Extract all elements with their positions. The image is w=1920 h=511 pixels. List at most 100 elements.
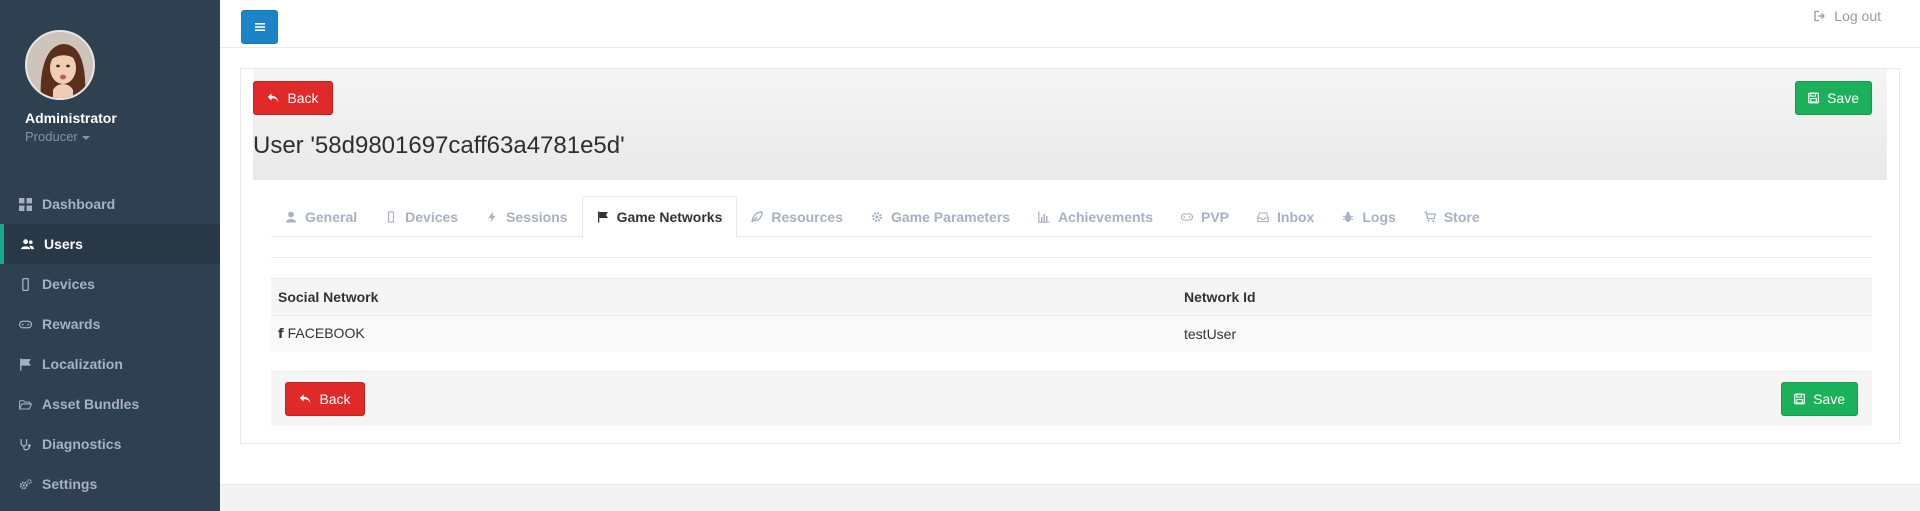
sidebar-item-label: Diagnostics: [42, 436, 122, 452]
tab-store[interactable]: Store: [1410, 196, 1494, 237]
back-button-label: Back: [287, 90, 319, 106]
tab-resources[interactable]: Resources: [737, 196, 857, 237]
top-navbar: Log out: [220, 0, 1920, 48]
stethoscope-icon: [18, 437, 32, 451]
tab-label: Sessions: [506, 208, 568, 225]
tab-label: Game Networks: [616, 209, 723, 225]
sidebar-nav: Dashboard Users Devices Rewards Localiza…: [0, 184, 220, 504]
dashboard-icon: [18, 197, 32, 211]
tab-devices[interactable]: Devices: [371, 196, 472, 237]
sidebar-item-users[interactable]: Users: [0, 224, 220, 264]
sidebar: Administrator Producer Dashboard Users D…: [0, 0, 220, 511]
caret-down-icon: [81, 135, 90, 140]
divider: [271, 257, 1872, 258]
bolt-icon: [488, 211, 496, 222]
tab-pvp[interactable]: PVP: [1167, 196, 1243, 237]
table-header-row: Social Network Network Id: [271, 278, 1872, 316]
tab-label: Achievements: [1058, 208, 1153, 225]
social-network-value: FACEBOOK: [287, 325, 365, 341]
tab-sessions[interactable]: Sessions: [472, 196, 581, 237]
tab-label: Devices: [405, 208, 459, 225]
tab-label: Resources: [771, 208, 843, 225]
tab-label: General: [305, 208, 358, 225]
tab-game-parameters[interactable]: Game Parameters: [857, 196, 1024, 237]
profile-role-label: Producer: [25, 129, 78, 144]
sidebar-item-label: Devices: [42, 276, 95, 292]
gamepad-icon: [18, 317, 32, 331]
column-header-social-network: Social Network: [271, 278, 1177, 316]
mobile-icon: [388, 210, 395, 223]
network-id-cell: testUser: [1177, 315, 1872, 352]
tab-label: PVP: [1201, 208, 1230, 225]
reply-icon: [300, 394, 311, 404]
save-button-label: Save: [1827, 90, 1859, 106]
sidebar-item-rewards[interactable]: Rewards: [0, 304, 220, 344]
back-button-label: Back: [319, 391, 351, 407]
profile-role-dropdown[interactable]: Producer: [25, 129, 220, 144]
menu-toggle-button[interactable]: [241, 10, 278, 44]
mobile-icon: [18, 277, 32, 291]
leaf-icon: [751, 210, 764, 222]
main-content: Log out Back Save User '58d9801697caff63…: [220, 0, 1920, 511]
sidebar-item-label: Asset Bundles: [42, 396, 140, 412]
facebook-icon: f: [278, 327, 284, 342]
sidebar-item-label: Settings: [42, 476, 98, 492]
flag-icon: [597, 211, 608, 223]
tab-game-networks[interactable]: Game Networks: [581, 196, 738, 238]
sidebar-item-label: Localization: [42, 356, 123, 372]
user-tabs: General Devices Sessions Game Networks R…: [271, 196, 1872, 238]
save-icon: [1794, 393, 1805, 405]
tab-label: Inbox: [1277, 208, 1315, 225]
game-networks-table: Social Network Network Id f FACEBOOK test…: [271, 278, 1872, 352]
logout-link[interactable]: Log out: [1814, 8, 1881, 24]
bar-chart-icon: [1038, 211, 1050, 223]
back-button[interactable]: Back: [253, 81, 333, 115]
sidebar-item-devices[interactable]: Devices: [0, 264, 220, 304]
sidebar-item-label: Dashboard: [42, 196, 116, 212]
tab-general[interactable]: General: [271, 196, 371, 237]
tab-label: Store: [1443, 208, 1480, 225]
panel-footer: Back Save: [271, 371, 1872, 426]
profile-block: Administrator Producer: [0, 0, 220, 180]
save-button[interactable]: Save: [1795, 81, 1872, 115]
profile-name: Administrator: [25, 110, 117, 126]
page-title: User '58d9801697caff63a4781e5d': [253, 132, 625, 159]
sidebar-item-asset-bundles[interactable]: Asset Bundles: [0, 384, 220, 424]
sidebar-item-dashboard[interactable]: Dashboard: [0, 184, 220, 224]
sign-out-icon: [1814, 10, 1826, 22]
folder-open-icon: [18, 397, 32, 411]
cogs-icon: [18, 477, 32, 491]
tab-label: Logs: [1362, 208, 1396, 225]
sidebar-item-diagnostics[interactable]: Diagnostics: [0, 424, 220, 464]
cog-icon: [871, 211, 882, 222]
panel-header: Back Save User '58d9801697caff63a4781e5d…: [253, 69, 1887, 180]
table-row: f FACEBOOK testUser: [271, 315, 1872, 352]
flag-icon: [18, 357, 32, 371]
user-panel: Back Save User '58d9801697caff63a4781e5d…: [240, 68, 1900, 444]
cart-icon: [1424, 211, 1436, 222]
page-footer: [220, 484, 1920, 511]
gamepad-icon: [1181, 212, 1193, 221]
social-network-cell: f FACEBOOK: [271, 315, 1177, 352]
sidebar-item-label: Users: [44, 236, 83, 252]
back-button-bottom[interactable]: Back: [285, 382, 365, 416]
save-button-label: Save: [1813, 391, 1845, 407]
tab-inbox[interactable]: Inbox: [1243, 196, 1328, 237]
tab-label: Game Parameters: [890, 208, 1011, 225]
save-button-bottom[interactable]: Save: [1781, 382, 1858, 416]
bug-icon: [1343, 211, 1354, 222]
users-icon: [20, 237, 34, 251]
sidebar-item-label: Rewards: [42, 316, 101, 332]
column-header-network-id: Network Id: [1177, 278, 1872, 316]
sidebar-item-localization[interactable]: Localization: [0, 344, 220, 384]
inbox-icon: [1257, 211, 1269, 222]
save-icon: [1808, 92, 1819, 104]
user-icon: [286, 211, 296, 222]
tab-achievements[interactable]: Achievements: [1024, 196, 1167, 237]
avatar[interactable]: [25, 30, 95, 100]
hamburger-icon: [254, 23, 265, 31]
tab-logs[interactable]: Logs: [1328, 196, 1409, 237]
reply-icon: [268, 93, 279, 103]
logout-label: Log out: [1834, 8, 1881, 24]
sidebar-item-settings[interactable]: Settings: [0, 464, 220, 504]
